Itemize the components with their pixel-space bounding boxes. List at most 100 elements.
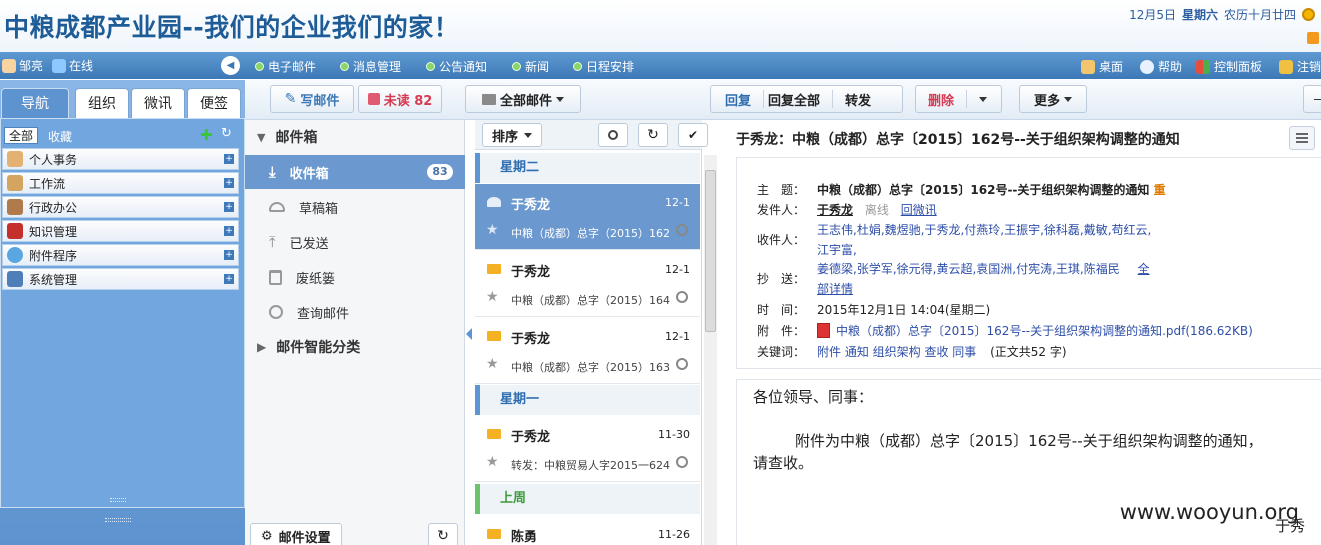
list-refresh-button[interactable]: ↻ bbox=[638, 123, 668, 147]
star-icon[interactable]: ★ bbox=[486, 289, 499, 305]
collapse-nav-icon[interactable]: ◀ bbox=[221, 56, 240, 75]
nav-item-workflow[interactable]: 工作流 + bbox=[2, 172, 239, 194]
date-group-monday: 星期一 bbox=[475, 385, 700, 415]
extra-button[interactable] bbox=[1303, 85, 1321, 113]
star-icon[interactable]: ★ bbox=[486, 454, 499, 470]
forward-button[interactable]: 转发 bbox=[845, 90, 871, 109]
cc-all-details-link[interactable]: 全 bbox=[1138, 262, 1150, 276]
collapse-folder-icon[interactable] bbox=[466, 328, 472, 340]
user-info[interactable]: 邹亮 在线 bbox=[2, 57, 93, 74]
nav-item-system[interactable]: 系统管理 + bbox=[2, 268, 239, 290]
reply-microchat-link[interactable]: 回微讯 bbox=[901, 203, 937, 217]
message-date: 11-26 bbox=[658, 528, 690, 541]
nav-help[interactable]: 帮助 bbox=[1140, 58, 1182, 75]
nav-logout[interactable]: 注销 bbox=[1279, 58, 1321, 75]
compose-button[interactable]: ✎ 写邮件 bbox=[270, 85, 354, 113]
top-nav-bar: 邹亮 在线 ◀ 电子邮件 消息管理 公告通知 新闻 日程安排 桌面 帮助 控制面… bbox=[0, 52, 1321, 79]
filter-all-button[interactable]: 全部 bbox=[4, 127, 39, 144]
message-date: 12-1 bbox=[665, 196, 690, 209]
filter-favorites[interactable]: 收藏 bbox=[48, 128, 72, 145]
star-icon[interactable]: ★ bbox=[486, 222, 499, 238]
reply-all-button[interactable]: 回复全部 bbox=[768, 90, 820, 109]
keyword-links[interactable]: 附件 通知 组织架构 查收 同事 bbox=[817, 345, 976, 359]
nav-item-attachments[interactable]: 附件程序 + bbox=[2, 244, 239, 266]
list-item[interactable]: 于秀龙 12-1 ★ 中粮（成都）总字（2015）162 bbox=[475, 184, 700, 250]
app-header: 中粮成都产业园--我们的企业我们的家！ 12月5日 星期六 农历十月廿四 bbox=[0, 0, 1321, 52]
label-time: 时 间： bbox=[757, 303, 806, 317]
cc-all-details-link-continued[interactable]: 部详情 bbox=[817, 280, 853, 297]
scrollbar-thumb[interactable] bbox=[705, 170, 716, 332]
nav-item-label: 知识管理 bbox=[29, 224, 78, 239]
left-nav-panel: 导航 组织 微讯 便签 全部 收藏 ✚ ↻ 个人事务 + 工作流 + 行政办公 + 知… bbox=[0, 80, 245, 545]
list-select-button[interactable]: ✔ bbox=[678, 123, 708, 147]
expand-icon[interactable]: + bbox=[224, 154, 234, 164]
more-dropdown[interactable]: 更多 bbox=[1019, 85, 1087, 113]
message-title: 于秀龙：中粮（成都）总字〔2015〕162号--关于组织架构调整的通知 bbox=[736, 132, 1180, 148]
list-item[interactable]: 于秀龙 12-1 ★ 中粮（成都）总字（2015）163 bbox=[475, 318, 700, 384]
menu-icon bbox=[1296, 133, 1308, 143]
nav-item-personal[interactable]: 个人事务 + bbox=[2, 148, 239, 170]
expand-icon[interactable]: + bbox=[224, 226, 234, 236]
message-sender: 于秀龙 bbox=[511, 430, 551, 445]
nav-item-knowledge[interactable]: 知识管理 + bbox=[2, 220, 239, 242]
unread-button[interactable]: 未读 82 bbox=[358, 85, 442, 113]
sender-name[interactable]: 于秀龙 bbox=[817, 203, 853, 217]
compose-icon: ✎ bbox=[284, 91, 297, 107]
nav-schedule[interactable]: 日程安排 bbox=[573, 58, 634, 75]
chevron-down-icon[interactable] bbox=[979, 96, 988, 102]
nav-control-panel-label: 控制面板 bbox=[1214, 60, 1263, 74]
expand-icon[interactable]: + bbox=[224, 250, 234, 260]
resize-grip[interactable] bbox=[110, 498, 126, 502]
mailbox-section[interactable]: ▼ 邮件箱 bbox=[257, 127, 317, 147]
admin-icon bbox=[7, 199, 23, 215]
refresh-icon[interactable]: ↻ bbox=[221, 126, 232, 141]
dash-icon bbox=[1314, 98, 1321, 100]
expand-icon[interactable]: + bbox=[224, 274, 234, 284]
watermark: www.wooyun.org bbox=[1119, 500, 1299, 524]
folder-search[interactable]: 查询邮件 bbox=[245, 295, 465, 329]
all-mail-dropdown[interactable]: 全部邮件 bbox=[465, 85, 581, 113]
tab-organization[interactable]: 组织 bbox=[75, 88, 129, 118]
star-icon[interactable]: ★ bbox=[486, 356, 499, 372]
message-subject: 中粮（成都）总字（2015）163 bbox=[511, 361, 670, 374]
expand-icon[interactable]: + bbox=[224, 178, 234, 188]
cc-value: 姜德梁,张学军,徐元得,黄云超,袁国洲,付宪涛,王琪,陈福民 全 bbox=[817, 260, 1150, 277]
recipients-list[interactable]: 王志伟,杜娟,魏煜驰,于秀龙,付燕玲,王振宇,徐科磊,戴敏,苟红云, bbox=[817, 221, 1151, 238]
list-search-button[interactable] bbox=[598, 123, 628, 147]
bullet-icon bbox=[426, 62, 435, 71]
delete-button[interactable]: 删除 bbox=[928, 90, 954, 109]
folder-sent-label: 已发送 bbox=[289, 236, 329, 252]
resize-grip[interactable] bbox=[105, 518, 131, 522]
mail-settings-button[interactable]: ⚙ 邮件设置 bbox=[250, 523, 342, 545]
add-icon[interactable]: ✚ bbox=[200, 126, 213, 144]
reply-button[interactable]: 回复 bbox=[725, 90, 751, 109]
nav-news[interactable]: 新闻 bbox=[512, 58, 549, 75]
folder-inbox[interactable]: ⤓ 收件箱 83 bbox=[245, 155, 465, 189]
sort-dropdown[interactable]: 排序 bbox=[482, 123, 542, 147]
recipients-list-continued[interactable]: 江宇富, bbox=[817, 241, 857, 258]
rss-icon[interactable] bbox=[1307, 32, 1319, 44]
nav-item-admin[interactable]: 行政办公 + bbox=[2, 196, 239, 218]
tab-microchat[interactable]: 微讯 bbox=[131, 88, 185, 118]
list-item[interactable]: 陈勇 11-26 bbox=[475, 516, 700, 545]
tab-notes[interactable]: 便签 bbox=[187, 88, 241, 118]
unread-label: 未读 82 bbox=[383, 93, 433, 109]
list-item[interactable]: 于秀龙 11-30 ★ 转发：中粮贸易人字2015一624 bbox=[475, 416, 700, 482]
nav-desktop[interactable]: 桌面 bbox=[1081, 58, 1123, 75]
attachment-link[interactable]: 中粮（成都）总字〔2015〕162号--关于组织架构调整的通知.pdf(186.… bbox=[836, 322, 1253, 339]
expand-icon[interactable]: + bbox=[224, 202, 234, 212]
nav-notices[interactable]: 公告通知 bbox=[426, 58, 487, 75]
folder-trash[interactable]: 废纸篓 bbox=[245, 260, 465, 294]
cc-list[interactable]: 姜德梁,张学军,徐元得,黄云超,袁国洲,付宪涛,王琪,陈福民 bbox=[817, 262, 1120, 276]
list-item[interactable]: 于秀龙 12-1 ★ 中粮（成都）总字（2015）164 bbox=[475, 251, 700, 317]
folder-refresh-button[interactable]: ↻ bbox=[428, 523, 458, 545]
smart-category-section[interactable]: ▶ 邮件智能分类 bbox=[257, 337, 360, 357]
folder-sent[interactable]: ⤒ 已发送 bbox=[245, 225, 465, 259]
nav-messages[interactable]: 消息管理 bbox=[340, 58, 401, 75]
nav-news-label: 新闻 bbox=[525, 60, 550, 74]
folder-drafts[interactable]: 草稿箱 bbox=[245, 190, 465, 224]
nav-control-panel[interactable]: 控制面板 bbox=[1196, 58, 1262, 75]
nav-email[interactable]: 电子邮件 bbox=[255, 58, 316, 75]
tab-navigation[interactable]: 导航 bbox=[1, 88, 69, 118]
reader-menu-button[interactable] bbox=[1289, 126, 1315, 150]
